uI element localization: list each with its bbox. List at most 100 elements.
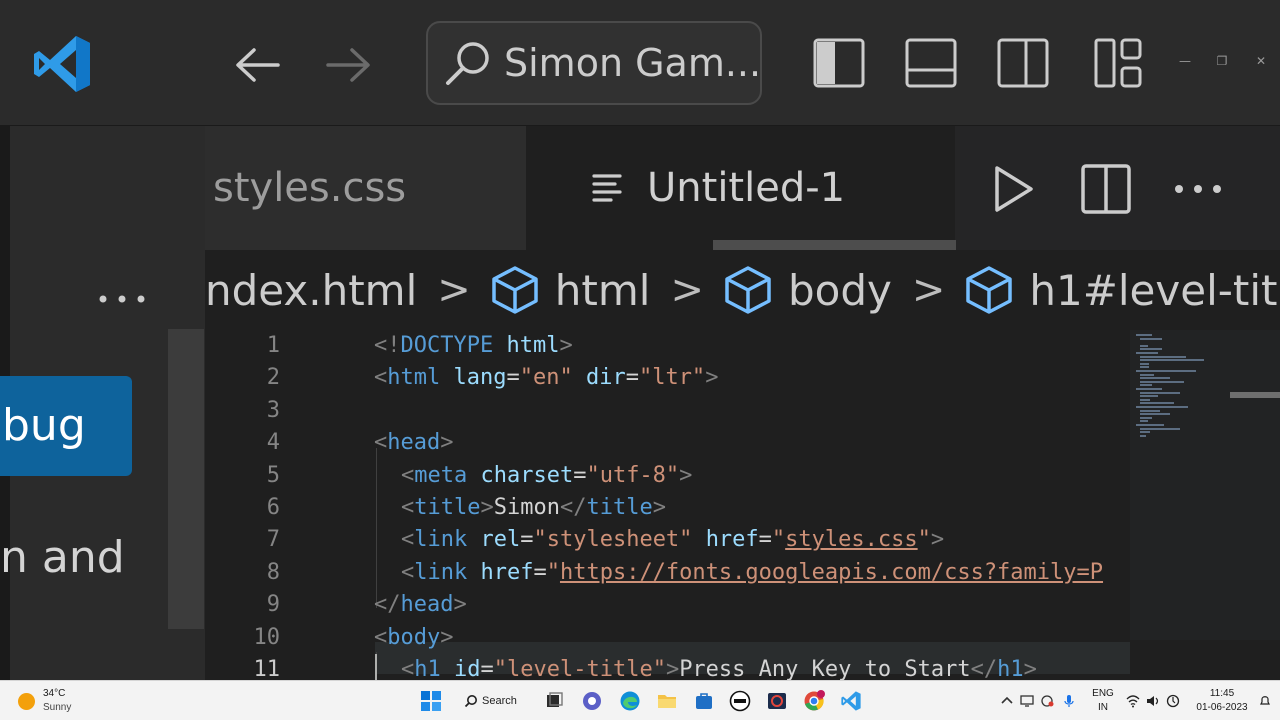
- chevron-up-icon[interactable]: [1000, 694, 1014, 708]
- language-indicator[interactable]: ENG: [1090, 688, 1116, 699]
- code-text: <meta charset="utf-8">: [401, 460, 692, 492]
- sidebar-scrollbar[interactable]: [168, 329, 204, 629]
- code-token: <: [401, 495, 415, 520]
- minimap-line: [1140, 373, 1154, 376]
- minimap-line: [1140, 344, 1148, 347]
- breadcrumb-item-body[interactable]: body: [722, 264, 892, 316]
- code-line[interactable]: 9 </head>: [205, 589, 1130, 621]
- code-token: <: [374, 624, 388, 650]
- close-button[interactable]: ✕: [1254, 54, 1268, 68]
- code-line[interactable]: 7 <link rel="stylesheet" href="styles.css…: [205, 524, 1130, 556]
- microsoft-store-icon[interactable]: [693, 690, 715, 712]
- command-center-label: Simon Gam...: [504, 41, 762, 85]
- task-view-icon[interactable]: [543, 690, 565, 712]
- wifi-icon[interactable]: [1126, 694, 1140, 708]
- preview-text: n and: [0, 532, 125, 583]
- language-region[interactable]: IN: [1090, 702, 1116, 713]
- taskbar-search-label: Search: [482, 695, 517, 707]
- more-actions-icon[interactable]: [98, 292, 146, 306]
- line-number: 11: [253, 657, 281, 680]
- code-token: =: [520, 527, 534, 553]
- code-token: <: [374, 430, 388, 456]
- teams-chat-icon[interactable]: [581, 690, 603, 712]
- minimap-line: [1136, 424, 1164, 426]
- edge-browser-icon[interactable]: [619, 690, 641, 712]
- minimap-line: [1140, 355, 1186, 358]
- code-line[interactable]: 10 <body>: [205, 622, 1130, 654]
- code-line[interactable]: 5 <meta charset="utf-8">: [205, 460, 1130, 492]
- code-token: >: [1023, 657, 1037, 680]
- preview-button[interactable]: bug: [0, 376, 132, 476]
- toggle-primary-sidebar-icon[interactable]: [812, 36, 866, 90]
- minimap-line: [1140, 416, 1152, 419]
- code-token: rel: [480, 527, 521, 553]
- code-text: <link href="https://fonts.googleapis.com…: [401, 557, 1103, 589]
- code-token: DOCTYPE: [400, 333, 494, 358]
- notifications-icon[interactable]: [1258, 694, 1272, 708]
- vscode-taskbar-icon[interactable]: [840, 690, 862, 712]
- code-token: h1: [997, 657, 1024, 680]
- tab-scrollbar[interactable]: [713, 240, 956, 250]
- minimap-scroll-slider[interactable]: [1230, 392, 1280, 398]
- toggle-panel-icon[interactable]: [904, 36, 958, 90]
- code-line[interactable]: 6 <title>Simon</title>: [205, 492, 1130, 524]
- battery-icon[interactable]: [1166, 694, 1180, 708]
- restore-button[interactable]: ❐: [1215, 54, 1229, 68]
- code-token: title: [414, 495, 481, 520]
- code-line[interactable]: 11 <h1 id="level-title">Press Any Key to …: [205, 654, 1130, 680]
- code-line[interactable]: 4 <head>: [205, 427, 1130, 459]
- file-explorer-icon[interactable]: [656, 690, 678, 712]
- minimap-line: [1136, 370, 1196, 372]
- code-token: Simon: [493, 495, 560, 520]
- chevron-right-icon: >: [670, 267, 704, 313]
- code-token: styles.css: [785, 527, 918, 553]
- display-icon[interactable]: [1020, 694, 1034, 708]
- code-token: "ltr": [638, 365, 706, 391]
- split-editor-icon[interactable]: [1079, 162, 1133, 216]
- app-icon[interactable]: [766, 690, 788, 712]
- code-text: </head>: [374, 589, 467, 621]
- code-line[interactable]: 8 <link href="https://fonts.googleapis.co…: [205, 557, 1130, 589]
- customize-layout-icon[interactable]: [1092, 36, 1146, 90]
- microphone-icon[interactable]: [1062, 694, 1076, 708]
- code-token: html: [387, 365, 441, 391]
- code-token: =: [506, 365, 520, 391]
- search-icon: [446, 42, 489, 85]
- clock-date[interactable]: 01-06-2023: [1192, 702, 1252, 713]
- minimap-line: [1140, 380, 1184, 383]
- back-arrow-icon[interactable]: [230, 40, 284, 90]
- breadcrumb-file[interactable]: ndex.html: [205, 266, 417, 315]
- run-icon[interactable]: [985, 162, 1039, 216]
- taskbar-search[interactable]: Search: [464, 689, 532, 713]
- minimap[interactable]: [1130, 330, 1280, 680]
- code-line[interactable]: 2 <html lang="en" dir="ltr">: [205, 362, 1130, 394]
- more-actions-icon[interactable]: [1171, 162, 1225, 216]
- toggle-secondary-sidebar-icon[interactable]: [996, 36, 1050, 90]
- tab-styles-css[interactable]: styles.css: [205, 126, 527, 250]
- clock-time[interactable]: 11:45: [1196, 688, 1248, 699]
- code-line[interactable]: 1 <!DOCTYPE html>: [205, 330, 1130, 362]
- breadcrumb-item-html[interactable]: html: [489, 264, 650, 316]
- windows-start-icon[interactable]: [420, 690, 442, 712]
- minimize-button[interactable]: —: [1178, 54, 1192, 68]
- code-text: <html lang="en" dir="ltr">: [374, 362, 718, 394]
- sun-icon[interactable]: [18, 693, 35, 710]
- code-editor[interactable]: 1 <!DOCTYPE html> 2 <html lang="en" dir="lt…: [205, 330, 1130, 680]
- weather-temperature[interactable]: 34°C: [43, 688, 65, 699]
- code-token: body: [387, 624, 441, 650]
- dell-icon[interactable]: [729, 690, 751, 712]
- code-token: <: [401, 559, 415, 585]
- tab-untitled-1[interactable]: Untitled-1: [527, 126, 955, 250]
- code-line[interactable]: 3: [205, 395, 1130, 427]
- code-token: ": [546, 559, 560, 585]
- weather-description[interactable]: Sunny: [43, 702, 71, 713]
- volume-icon[interactable]: [1146, 694, 1160, 708]
- code-token: id: [454, 657, 481, 680]
- search-icon: [464, 695, 477, 708]
- forward-arrow-icon[interactable]: [322, 40, 376, 90]
- command-center-search[interactable]: Simon Gam...: [426, 21, 762, 105]
- sync-icon[interactable]: [1040, 694, 1054, 708]
- breadcrumb-item-h1[interactable]: h1#level-title: [963, 264, 1280, 316]
- chrome-browser-icon[interactable]: [803, 690, 825, 712]
